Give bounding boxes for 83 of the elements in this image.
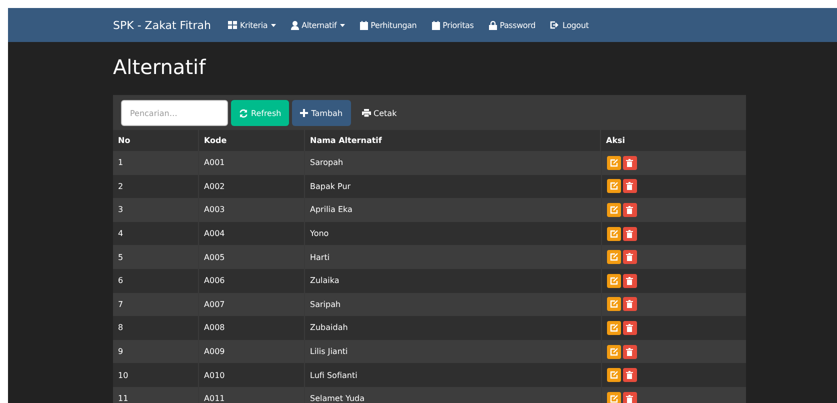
trash-icon [626,182,633,190]
column-header: No [113,130,198,151]
table-cell: 3 [113,198,198,222]
nav-link[interactable]: Alternatif [290,20,345,30]
print-button[interactable]: Cetak [354,100,405,126]
table-cell: 4 [113,222,198,246]
edit-button[interactable] [606,274,620,288]
search-field[interactable]: Pencarian… [121,100,228,126]
delete-button[interactable] [622,202,636,217]
caret-icon [270,24,276,26]
edit-button[interactable] [606,202,620,217]
trash-icon [626,276,633,285]
logout-icon [550,21,560,29]
edit-button[interactable] [606,250,620,264]
trash-icon [626,206,633,214]
nav-link[interactable]: Logout [550,20,589,30]
table-cell: A011 [198,386,304,403]
table-cell: 1 [113,151,198,175]
delete-button[interactable] [622,392,636,403]
edit-button[interactable] [606,179,620,194]
column-header: Nama Alternatif [304,130,600,151]
plus-icon [300,109,308,117]
edit-icon [610,230,618,238]
edit-icon [610,324,618,332]
edit-icon [610,206,618,214]
delete-button[interactable] [622,320,636,335]
column-header: Kode [198,130,304,151]
add-button[interactable]: Tambah [292,100,351,126]
table-cell: 8 [113,316,198,340]
trash-icon [626,324,633,332]
edit-button[interactable] [606,156,620,170]
nav-link[interactable]: Password [488,20,536,30]
edit-icon [610,394,618,403]
edit-icon [610,348,618,356]
table-cell: 10 [113,363,198,387]
edit-button[interactable] [606,392,620,403]
edit-icon [610,182,618,190]
table-cell: 5 [113,245,198,269]
nav-link[interactable]: Prioritas [432,20,474,30]
delete-button[interactable] [622,368,636,382]
caret-icon [340,24,345,26]
edit-icon [610,158,618,167]
edit-icon [610,253,618,262]
page-title: Alternatif [113,54,207,81]
table-cell: Selamet Yuda [304,386,600,403]
edit-button[interactable] [606,226,620,241]
lock-icon [488,20,497,30]
edit-button[interactable] [606,344,620,359]
table-cell: 2 [113,174,198,198]
edit-button[interactable] [606,297,620,312]
user-icon [290,20,299,30]
table-cell: 6 [113,268,198,293]
grid-icon [228,21,237,29]
edit-icon [610,276,618,285]
delete-button[interactable] [622,344,636,359]
nav-link[interactable]: Perhitungan [360,20,417,30]
trash-icon [626,300,633,308]
delete-button[interactable] [622,226,636,241]
trash-icon [626,230,633,238]
table-cell: 9 [113,340,198,364]
refresh-icon [239,108,248,118]
brand-link[interactable]: SPK - Zakat Fitrah [113,18,211,32]
delete-button[interactable] [622,179,636,194]
calendar-icon [432,20,440,30]
trash-icon [626,371,633,380]
trash-icon [626,348,633,356]
edit-icon [610,300,618,308]
trash-icon [626,253,633,262]
trash-icon [626,158,633,167]
delete-button[interactable] [622,274,636,288]
delete-button[interactable] [622,250,636,264]
nav-link[interactable]: Kriteria [228,20,276,30]
edit-button[interactable] [606,320,620,335]
table-cell: 7 [113,292,198,316]
table-cell: 11 [113,386,198,403]
delete-button[interactable] [622,156,636,170]
edit-icon [610,371,618,380]
trash-icon [626,394,633,403]
calendar-icon [360,20,368,30]
delete-button[interactable] [622,297,636,312]
column-header: Aksi [600,130,746,151]
printer-icon [362,109,371,117]
edit-button[interactable] [606,368,620,382]
